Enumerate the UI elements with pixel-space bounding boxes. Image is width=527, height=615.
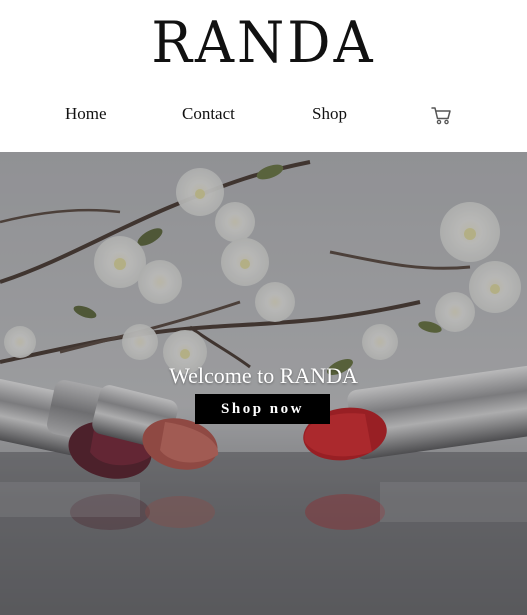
- site-header: RANDA Home Contact Shop: [0, 0, 527, 152]
- nav-home-link[interactable]: Home: [65, 104, 107, 124]
- hero-title: Welcome to RANDA: [169, 363, 358, 388]
- nav-contact-link[interactable]: Contact: [182, 104, 235, 124]
- brand-logo[interactable]: RANDA: [0, 8, 527, 77]
- cart-icon[interactable]: [431, 106, 453, 126]
- shop-now-button[interactable]: Shop now: [195, 394, 330, 424]
- hero-banner: Welcome to RANDA Shop now: [0, 152, 527, 615]
- nav-shop-link[interactable]: Shop: [312, 104, 347, 124]
